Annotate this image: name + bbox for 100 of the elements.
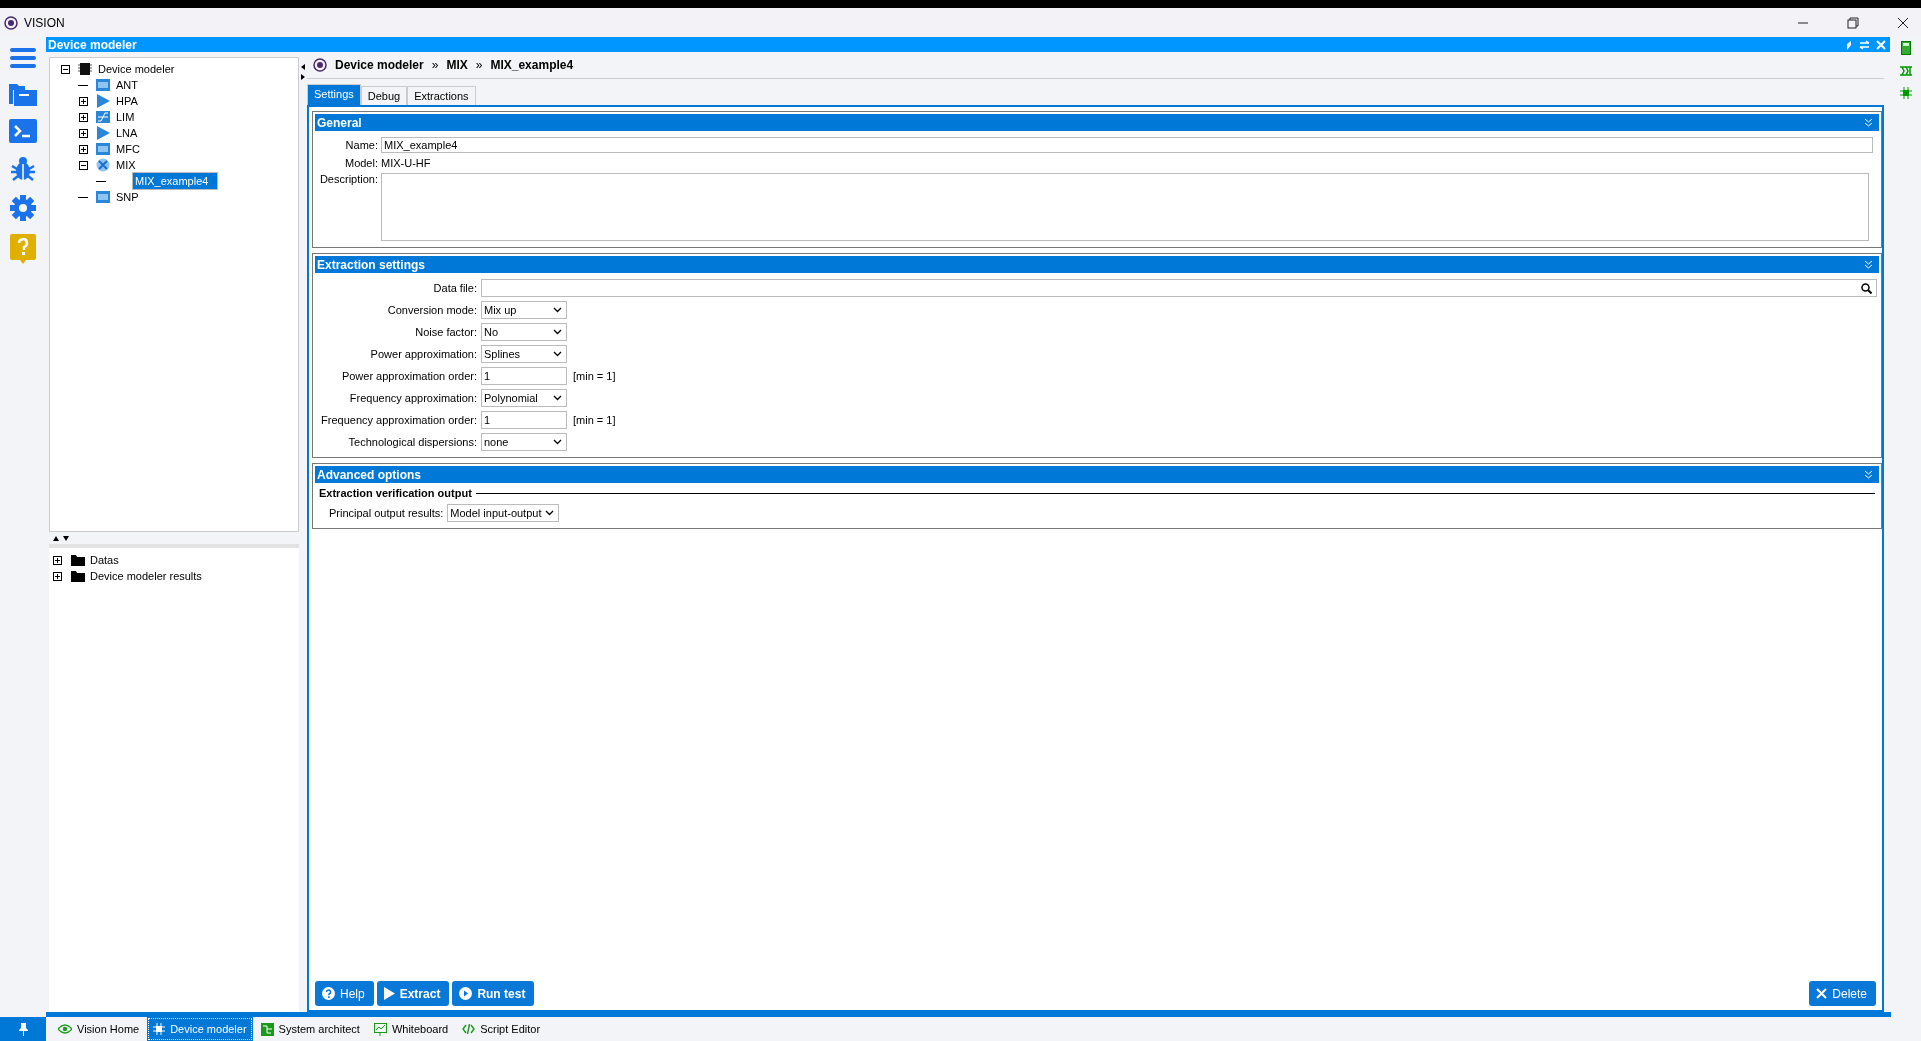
chip-icon[interactable] — [1899, 87, 1912, 99]
block-icon — [96, 143, 110, 155]
bottom-tab[interactable]: Script Editor — [456, 1017, 547, 1041]
mixer-icon — [96, 158, 110, 172]
whiteboard-icon — [373, 1022, 387, 1036]
tree-item[interactable]: Device modeler — [96, 63, 177, 75]
collapse-chevron-icon[interactable] — [1864, 470, 1873, 479]
tree-item[interactable]: ANT — [114, 79, 140, 91]
restore-icon[interactable] — [1847, 16, 1859, 29]
folder-icon — [71, 554, 85, 566]
breadcrumb-item[interactable]: Device modeler — [335, 58, 424, 72]
expand-toggle-icon[interactable] — [78, 160, 88, 170]
dropdown[interactable]: No — [481, 323, 567, 341]
tree-item[interactable]: LIM — [114, 111, 137, 123]
dropdown[interactable]: Splines — [481, 345, 567, 363]
tree-item[interactable]: MIX_example4 — [132, 172, 218, 190]
bug-icon[interactable] — [10, 156, 36, 182]
breadcrumb-item[interactable]: MIX — [446, 58, 468, 72]
caret-icon — [553, 395, 562, 401]
action-button[interactable]: Help — [315, 981, 374, 1006]
tree-item[interactable]: SNP — [114, 191, 141, 203]
block-icon — [96, 191, 110, 203]
expand-toggle-icon[interactable] — [78, 112, 88, 122]
caret-icon — [553, 439, 562, 445]
settings-icon[interactable] — [10, 195, 36, 221]
field-label: Frequency approximation order: — [320, 414, 477, 426]
triangle-icon — [96, 94, 110, 108]
dropdown[interactable]: none — [481, 433, 567, 451]
field-hint: [min = 1] — [573, 414, 616, 426]
sort-arrows-icon[interactable] — [53, 535, 71, 541]
eye-logo-icon — [4, 15, 18, 30]
expand-toggle-icon[interactable] — [78, 96, 88, 106]
calculator-icon[interactable] — [1900, 41, 1911, 55]
collapse-chevron-icon[interactable] — [1864, 260, 1873, 269]
delete-button[interactable]: Delete — [1809, 981, 1876, 1006]
tree-item[interactable]: MFC — [114, 143, 142, 155]
field-label: Description: — [318, 173, 378, 185]
dropdown[interactable]: Polynomial — [481, 389, 567, 407]
action-button[interactable]: Extract — [376, 981, 450, 1006]
dropdown[interactable]: Mix up — [481, 301, 567, 319]
expand-toggle-icon[interactable] — [78, 144, 88, 154]
terminal-icon[interactable] — [9, 119, 37, 143]
pin-button[interactable] — [0, 1017, 46, 1041]
field-label: Power approximation: — [369, 348, 477, 360]
swap-arrows-icon[interactable] — [1859, 39, 1870, 50]
menu-icon[interactable] — [10, 47, 36, 69]
number-field[interactable]: 1 — [481, 411, 567, 429]
pin-icon[interactable] — [1845, 39, 1853, 50]
field-label: Power approximation order: — [340, 370, 477, 382]
dropdown[interactable]: Model input-output — [447, 504, 560, 522]
expand-toggle-icon[interactable] — [53, 555, 62, 565]
bottom-tab[interactable]: System architect — [254, 1017, 366, 1041]
tree-item[interactable]: Datas — [88, 554, 121, 566]
eye-icon — [313, 58, 327, 72]
tab[interactable]: Settings — [307, 84, 361, 105]
close-icon[interactable] — [1897, 16, 1909, 29]
play-circle-icon — [459, 987, 473, 1000]
bottom-tab[interactable]: Device modeler — [147, 1017, 253, 1041]
collapse-arrows-icon[interactable] — [301, 64, 305, 80]
expand-toggle-icon[interactable] — [78, 128, 88, 138]
chip-icon — [153, 1023, 166, 1035]
code-icon — [462, 1024, 476, 1034]
expand-toggle-icon[interactable] — [53, 571, 62, 581]
breadcrumb-item[interactable]: MIX_example4 — [490, 58, 574, 72]
pin-icon — [18, 1022, 28, 1036]
field-hint: [min = 1] — [573, 370, 616, 382]
block-icon — [96, 79, 110, 91]
field-label: Model: — [343, 157, 378, 169]
tree-item[interactable]: Device modeler results — [88, 570, 204, 582]
file-field[interactable] — [481, 279, 1877, 297]
action-button[interactable]: Run test — [452, 981, 535, 1006]
breadcrumb-separator: » — [475, 58, 483, 72]
tab[interactable]: Extractions — [407, 86, 476, 105]
folder-icon[interactable] — [9, 82, 37, 106]
component-icon[interactable] — [1899, 66, 1912, 76]
caret-icon — [553, 351, 562, 357]
bottom-tab[interactable]: Vision Home — [52, 1017, 146, 1041]
tree-item[interactable]: MIX — [114, 159, 138, 171]
collapse-chevron-icon[interactable] — [1864, 118, 1873, 127]
breadcrumb-separator: » — [431, 58, 439, 72]
name-field[interactable]: MIX_example4 — [381, 137, 1873, 153]
caret-icon — [553, 329, 562, 335]
field-label: Noise factor: — [414, 326, 477, 338]
field-label: Data file: — [432, 282, 477, 294]
tab[interactable]: Debug — [360, 86, 408, 105]
eye-icon — [58, 1024, 72, 1034]
bottom-tab[interactable]: Whiteboard — [367, 1017, 455, 1041]
section-title: General — [317, 115, 362, 130]
panel-title: Device modeler — [48, 37, 137, 52]
description-field[interactable] — [381, 173, 1869, 241]
expand-toggle-icon[interactable] — [60, 64, 70, 74]
search-icon[interactable] — [1861, 282, 1872, 294]
model-value: MIX-U-HF — [381, 157, 432, 169]
folder-icon — [71, 570, 85, 582]
field-label: Technological dispersions: — [347, 436, 477, 448]
tree-item[interactable]: LNA — [114, 127, 140, 139]
help-icon — [322, 987, 335, 1000]
number-field[interactable]: 1 — [481, 367, 567, 385]
tree-item[interactable]: HPA — [114, 95, 140, 107]
window-title: VISION — [24, 15, 65, 30]
